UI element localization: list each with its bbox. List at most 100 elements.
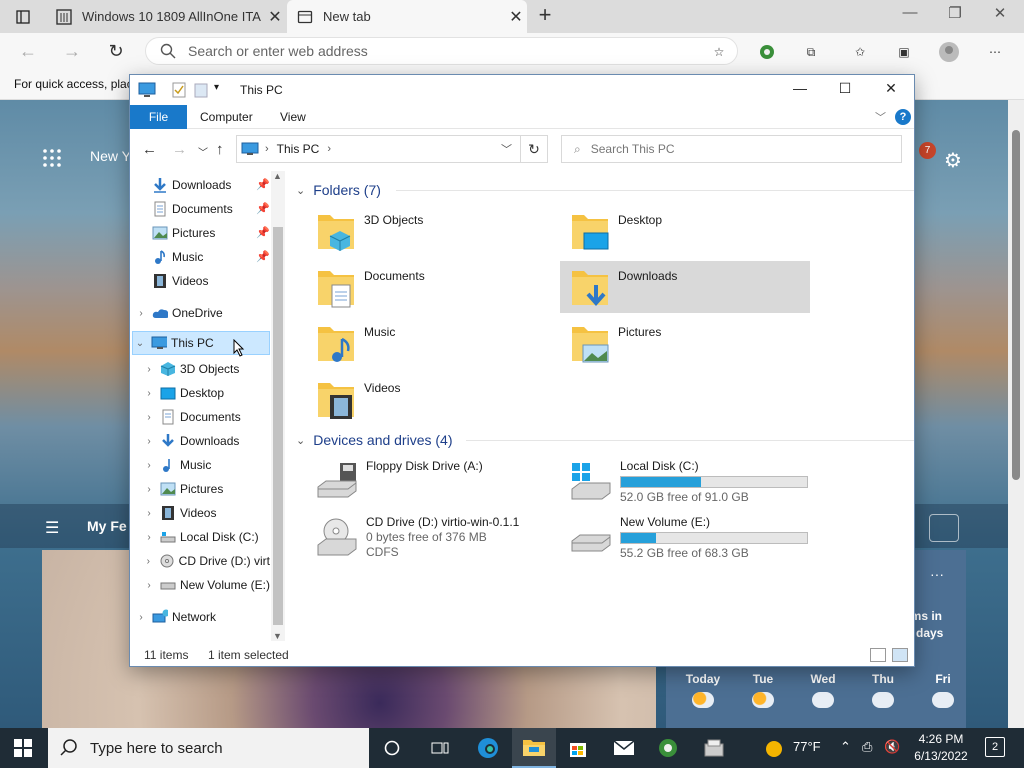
tree-item-this-pc[interactable]: ⌄ This PC <box>132 331 270 357</box>
pin-icon[interactable]: 📌 <box>256 250 270 263</box>
expand-chevron-icon[interactable]: › <box>142 412 156 423</box>
scroll-down-icon[interactable]: ▼ <box>273 631 282 641</box>
tab-actions-icon[interactable] <box>12 6 34 28</box>
tab-close-icon[interactable]: ✕ <box>264 7 286 27</box>
expand-chevron-icon[interactable]: › <box>142 508 156 519</box>
drive-cd-d[interactable]: CD Drive (D:) virtio-win-0.1.1 0 bytes f… <box>306 513 556 565</box>
address-bar[interactable]: Search or enter web address <box>145 37 738 65</box>
expand-chevron-icon[interactable]: › <box>142 436 156 447</box>
tree-item-cd-drive-d[interactable]: › CD Drive (D:) virt <box>142 549 270 573</box>
notification-badge[interactable]: 7 <box>919 142 936 159</box>
expand-chevron-icon[interactable]: › <box>134 308 148 319</box>
app-launcher-icon[interactable] <box>42 148 62 168</box>
collapse-group-icon[interactable]: ⌄ <box>296 434 305 447</box>
new-tab-plus-icon[interactable]: + <box>534 4 556 28</box>
breadcrumb-this-pc[interactable]: This PC <box>277 142 320 156</box>
folder-pictures[interactable]: Pictures <box>560 317 810 369</box>
folder-downloads[interactable]: Downloads <box>560 261 810 313</box>
network-status-icon[interactable]: ⎙ <box>862 739 872 755</box>
forward-icon[interactable]: → <box>60 40 84 64</box>
close-window-icon[interactable]: ✕ <box>985 4 1015 26</box>
taskbar-search-box[interactable]: Type here to search <box>48 728 369 768</box>
collapse-chevron-icon[interactable]: ⌄ <box>133 338 147 349</box>
page-settings-gear-icon[interactable]: ⚙ <box>944 148 962 173</box>
tree-item-videos[interactable]: Videos <box>148 269 270 293</box>
mail-icon[interactable] <box>612 736 636 760</box>
drive-local-disk-c[interactable]: Local Disk (C:) 52.0 GB free of 91.0 GB <box>560 457 810 509</box>
ribbon-tab-computer[interactable]: Computer <box>190 105 263 129</box>
tree-item-videos-pc[interactable]: › Videos <box>142 501 270 525</box>
expand-chevron-icon[interactable]: › <box>142 388 156 399</box>
tree-item-music[interactable]: Music 📌 <box>148 245 270 269</box>
tab-windows10[interactable]: Windows 10 1809 AllInOne ITA x64 ✕ <box>46 0 286 33</box>
explorer-search-box[interactable]: ⌕ Search This PC <box>561 135 902 163</box>
tree-item-network[interactable]: › Network <box>134 605 270 629</box>
minimize-icon[interactable]: — <box>895 4 925 26</box>
expand-chevron-icon[interactable]: › <box>142 580 156 591</box>
tab-close-icon[interactable]: ✕ <box>505 7 527 27</box>
folder-desktop[interactable]: Desktop <box>560 205 810 257</box>
collections-icon[interactable]: ▣ <box>893 41 915 63</box>
tree-item-onedrive[interactable]: › OneDrive <box>134 301 270 325</box>
expand-chevron-icon[interactable]: › <box>142 556 155 567</box>
properties-icon[interactable] <box>172 82 186 98</box>
drive-floppy-a[interactable]: Floppy Disk Drive (A:) <box>306 457 556 509</box>
restore-icon[interactable]: ❐ <box>940 4 970 26</box>
up-one-level-icon[interactable]: ↑ <box>216 141 224 158</box>
path-dropdown-icon[interactable]: ﹀ <box>501 141 512 157</box>
folder-documents[interactable]: Documents <box>306 261 556 313</box>
task-view-icon[interactable] <box>428 736 452 760</box>
windows-start-icon[interactable] <box>14 739 32 757</box>
volume-muted-icon[interactable]: 🔇 <box>884 739 900 755</box>
feed-layout-button[interactable] <box>929 514 959 542</box>
collapse-group-icon[interactable]: ⌄ <box>296 184 305 197</box>
show-hidden-icons-icon[interactable]: ⌃ <box>840 739 851 755</box>
folder-videos[interactable]: Videos <box>306 373 556 425</box>
cortana-icon[interactable] <box>380 736 404 760</box>
folder-3d-objects[interactable]: 3D Objects <box>306 205 556 257</box>
expand-chevron-icon[interactable]: › <box>142 364 156 375</box>
back-icon[interactable]: ← <box>16 40 40 64</box>
expand-chevron-icon[interactable]: › <box>142 532 156 543</box>
tree-item-desktop[interactable]: › Desktop <box>142 381 270 405</box>
explorer-back-icon[interactable]: ← <box>142 141 157 158</box>
tree-item-new-volume-e[interactable]: › New Volume (E:) <box>142 573 270 597</box>
tree-item-local-disk-c[interactable]: › Local Disk (C:) <box>142 525 270 549</box>
taskbar-temperature[interactable]: 77°F <box>793 739 821 754</box>
feed-title[interactable]: My Fe <box>87 518 127 534</box>
ribbon-tab-view[interactable]: View <box>270 105 316 129</box>
scroll-up-icon[interactable]: ▲ <box>273 171 282 181</box>
scrollbar-thumb[interactable] <box>1012 130 1020 480</box>
action-center-icon[interactable]: 2 <box>985 737 1005 757</box>
microsoft-store-icon[interactable] <box>566 736 590 760</box>
add-favorite-icon[interactable]: ☆ <box>708 41 730 63</box>
expand-ribbon-icon[interactable]: ﹀ <box>875 109 886 125</box>
details-view-icon[interactable] <box>870 648 886 662</box>
file-explorer-taskbar-icon[interactable] <box>512 728 556 768</box>
drives-group-header[interactable]: ⌄ Devices and drives (4) <box>296 429 914 451</box>
weather-sun-icon[interactable] <box>764 739 784 762</box>
tree-item-downloads-pc[interactable]: › Downloads <box>142 429 270 453</box>
globe-app-icon[interactable] <box>656 736 680 760</box>
tree-item-pictures-pc[interactable]: › Pictures <box>142 477 270 501</box>
breadcrumb-chevron-icon[interactable]: › <box>265 143 269 155</box>
expand-chevron-icon[interactable]: › <box>142 484 156 495</box>
recent-locations-icon[interactable]: ﹀ <box>198 144 208 159</box>
edge-browser-icon[interactable] <box>476 736 500 760</box>
settings-more-icon[interactable]: ⋯ <box>984 41 1006 63</box>
navigation-scrollbar[interactable]: ▲ ▼ <box>271 171 285 641</box>
customize-qa-icon[interactable]: ▾ <box>214 82 219 98</box>
folders-group-header[interactable]: ⌄ Folders (7) <box>296 179 914 201</box>
folder-music[interactable]: Music <box>306 317 556 369</box>
breadcrumb-chevron-icon[interactable]: › <box>327 143 331 155</box>
page-scrollbar[interactable] <box>1008 100 1024 728</box>
new-folder-icon[interactable] <box>194 82 208 98</box>
extensions-puzzle-icon[interactable]: ⧉ <box>800 41 822 63</box>
tab-new-tab[interactable]: New tab ✕ <box>287 0 527 33</box>
tree-item-documents[interactable]: Documents 📌 <box>148 197 270 221</box>
path-bar[interactable]: › This PC › ﹀ <box>236 135 521 163</box>
pin-icon[interactable]: 📌 <box>256 202 270 215</box>
tree-item-documents-pc[interactable]: › Documents <box>142 405 270 429</box>
expand-chevron-icon[interactable]: › <box>134 612 148 623</box>
feed-menu-icon[interactable]: ☰ <box>45 518 59 538</box>
